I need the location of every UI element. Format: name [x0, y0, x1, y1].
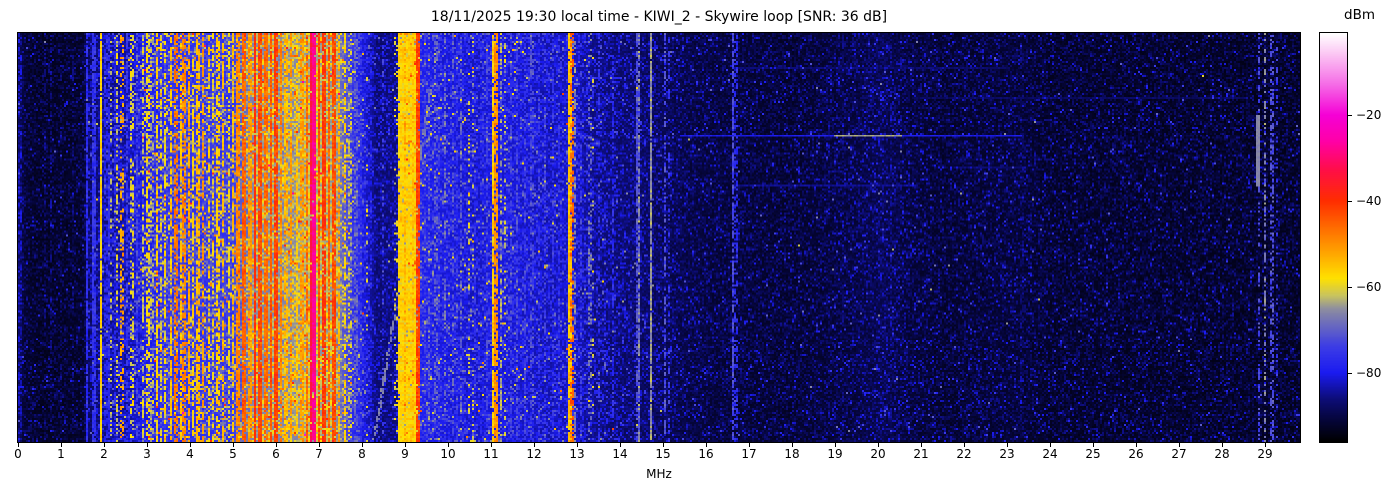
x-tick-label: 24: [1042, 447, 1058, 461]
colorbar-tick-label: −60: [1356, 280, 1382, 294]
x-tick-label: 12: [526, 447, 542, 461]
x-tick-label: 19: [827, 447, 843, 461]
colorbar-unit-label: dBm: [1344, 7, 1375, 23]
x-tick-label: 8: [358, 447, 366, 461]
x-tick-label: 28: [1214, 447, 1230, 461]
spectrogram-canvas: [18, 33, 1300, 442]
colorbar-tick-mark: [1348, 373, 1352, 375]
colorbar-tick-mark: [1348, 200, 1352, 202]
plot-area: [17, 32, 1301, 443]
x-tick-label: 15: [655, 447, 671, 461]
x-tick-label: 23: [999, 447, 1015, 461]
colorbar-tick-label: −20: [1356, 107, 1382, 122]
colorbar: [1319, 32, 1348, 443]
x-tick-label: 27: [1171, 447, 1187, 461]
colorbar-tick-mark: [1348, 287, 1352, 288]
x-tick-label: 9: [401, 447, 409, 461]
x-tick-label: 2: [100, 447, 108, 461]
x-tick-label: 11: [483, 447, 499, 461]
x-tick-label: 10: [440, 447, 456, 461]
x-tick-label: 20: [870, 447, 886, 461]
x-tick-label: 26: [1128, 447, 1144, 461]
colorbar-gradient: [1320, 33, 1347, 442]
x-tick-label: 25: [1085, 447, 1101, 461]
colorbar-tick-label: −80: [1356, 366, 1382, 381]
x-tick-label: 6: [272, 447, 280, 461]
colorbar-tick-label: −40: [1356, 193, 1382, 208]
x-tick-label: 13: [569, 447, 585, 461]
x-tick-label: 14: [612, 447, 628, 461]
x-tick-label: 5: [229, 447, 237, 461]
x-tick-label: 22: [956, 447, 972, 461]
x-tick-label: 1: [57, 447, 65, 461]
x-tick-label: 3: [143, 447, 151, 461]
x-tick-label: 7: [315, 447, 323, 461]
x-tick-label: 4: [186, 447, 194, 461]
colorbar-tick-mark: [1348, 114, 1352, 116]
chart-title: 18/11/2025 19:30 local time - KIWI_2 - S…: [430, 9, 888, 25]
x-tick-label: 0: [14, 447, 22, 461]
x-tick-label: 17: [741, 447, 757, 461]
x-tick-label: 21: [913, 447, 929, 461]
x-axis-unit-label: MHz: [646, 467, 672, 481]
spectrogram-figure: 18/11/2025 19:30 local time - KIWI_2 - S…: [0, 0, 1400, 500]
x-tick-label: 18: [784, 447, 800, 461]
x-tick-label: 29: [1257, 447, 1273, 461]
x-tick-label: 16: [698, 447, 714, 461]
